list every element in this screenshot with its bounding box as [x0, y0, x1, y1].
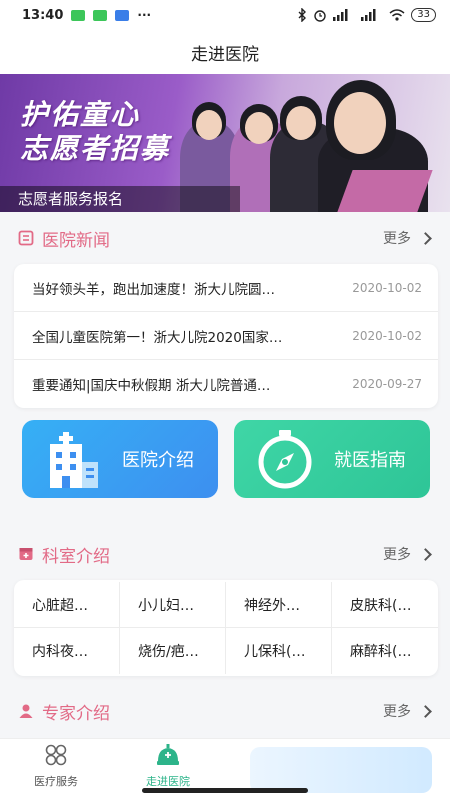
- banner-caption: 志愿者服务报名: [0, 186, 240, 212]
- department-item[interactable]: 心脏超…: [14, 582, 120, 628]
- doctor-icon: [19, 704, 33, 718]
- department-item[interactable]: 内科夜…: [14, 628, 120, 674]
- department-item[interactable]: 神经外…: [226, 582, 332, 628]
- news-section-title: 医院新闻: [42, 230, 110, 251]
- signal-icon: [361, 9, 376, 21]
- wifi-icon: [389, 9, 405, 21]
- nav-item-medical-service[interactable]: 医疗服务: [0, 743, 112, 789]
- department-item[interactable]: 烧伤/疤…: [120, 628, 226, 674]
- news-more-link[interactable]: 更多: [383, 228, 432, 248]
- dept-section-header: 科室介绍 更多: [0, 534, 450, 574]
- department-icon: [19, 548, 33, 560]
- app-icon: [115, 9, 130, 21]
- expert-more-link[interactable]: 更多: [383, 701, 432, 721]
- nav-label: 医疗服务: [34, 775, 78, 788]
- volunteer-banner[interactable]: 护佑童心 志愿者招募 志愿者服务报名: [0, 74, 450, 212]
- news-item[interactable]: 全国儿童医院第一！浙大儿院2020国家… 2020-10-02: [14, 312, 438, 360]
- news-item[interactable]: 重要通知|国庆中秋假期 浙大儿院普通… 2020-09-27: [14, 360, 438, 408]
- hospital-intro-label: 医院介绍: [122, 450, 194, 471]
- news-section-header: 医院新闻 更多: [0, 218, 450, 258]
- news-item[interactable]: 当好领头羊，跑出加速度！浙大儿院圆… 2020-10-02: [14, 264, 438, 312]
- grid-icon: [45, 744, 67, 766]
- department-item[interactable]: 麻醉科(…: [332, 628, 438, 674]
- news-item-title: 重要通知|国庆中秋假期 浙大儿院普通…: [32, 378, 271, 394]
- news-item-date: 2020-10-02: [352, 280, 422, 295]
- nav-label: 走进医院: [146, 775, 190, 788]
- news-item-date: 2020-10-02: [352, 328, 422, 343]
- page-title-bar: 走进医院: [0, 30, 450, 74]
- news-item-title: 当好领头羊，跑出加速度！浙大儿院圆…: [32, 281, 275, 298]
- banner-headline: 护佑童心 志愿者招募: [20, 98, 170, 166]
- expert-section-title: 专家介绍: [42, 703, 110, 724]
- signal-icon: [333, 9, 348, 21]
- department-item[interactable]: 小儿妇…: [120, 582, 226, 628]
- watermark: [250, 747, 432, 793]
- nav-item-about-hospital[interactable]: 走进医院: [112, 743, 224, 789]
- department-item[interactable]: 儿保科(…: [226, 628, 332, 674]
- banner-headline-1: 护佑童心: [20, 98, 141, 131]
- news-item-title: 全国儿童医院第一！浙大儿院2020国家…: [32, 329, 283, 346]
- alarm-icon: [314, 10, 326, 22]
- news-icon: [18, 230, 34, 246]
- hospital-bell-icon: [157, 744, 179, 765]
- hospital-building-icon: [50, 432, 98, 488]
- dept-section-title: 科室介绍: [42, 546, 110, 567]
- hospital-intro-button[interactable]: 医院介绍: [22, 420, 218, 498]
- page-title: 走进医院: [191, 44, 259, 65]
- news-item-date: 2020-09-27: [352, 377, 422, 391]
- department-grid: 心脏超… 小儿妇… 神经外… 皮肤科(… 内科夜… 烧伤/疤… 儿保科(… 麻醉…: [14, 580, 438, 676]
- medical-guide-label: 就医指南: [334, 450, 406, 471]
- battery-indicator: 33: [411, 8, 436, 22]
- status-bar: 13:40 ··· 33: [0, 0, 450, 30]
- chevron-right-icon: [419, 231, 432, 245]
- home-indicator: [142, 788, 308, 793]
- expert-section-header: 专家介绍 更多: [0, 691, 450, 731]
- chevron-right-icon: [419, 704, 432, 718]
- news-list: 当好领头羊，跑出加速度！浙大儿院圆… 2020-10-02 全国儿童医院第一！浙…: [14, 264, 438, 408]
- more-label: 更多: [383, 547, 411, 563]
- more-dots: ···: [137, 8, 152, 22]
- wechat-icon: [93, 9, 108, 21]
- more-label: 更多: [383, 704, 411, 720]
- status-time: 13:40: [22, 7, 64, 23]
- dept-more-link[interactable]: 更多: [383, 544, 432, 564]
- department-item[interactable]: 皮肤科(…: [332, 582, 438, 628]
- chevron-right-icon: [419, 547, 432, 561]
- wechat-icon: [71, 9, 86, 21]
- more-label: 更多: [383, 231, 411, 247]
- bluetooth-icon: [298, 8, 307, 22]
- banner-headline-2: 志愿者招募: [20, 132, 171, 165]
- medical-guide-button[interactable]: 就医指南: [234, 420, 430, 498]
- compass-stopwatch-icon: [258, 430, 312, 489]
